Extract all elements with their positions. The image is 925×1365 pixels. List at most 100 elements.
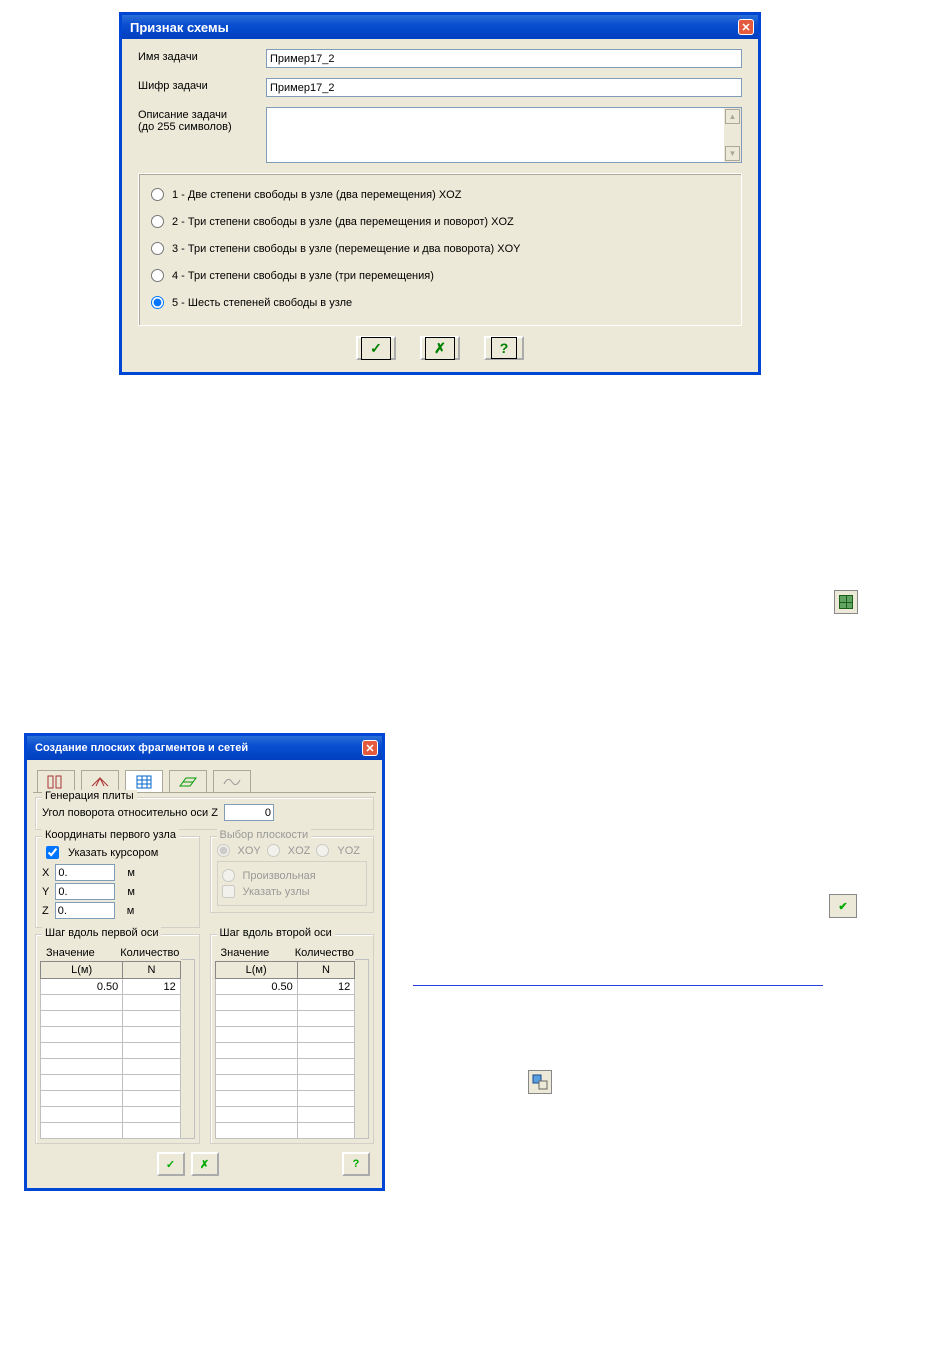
axis1-fieldset: Шаг вдоль первой оси Значение Количество…: [35, 934, 200, 1144]
task-name-input[interactable]: [266, 49, 742, 68]
separator-line: [413, 985, 823, 986]
y-input[interactable]: [55, 883, 115, 900]
plane-xoy: [217, 844, 230, 857]
coords-fieldset: Координаты первого узла Указать курсором…: [35, 836, 200, 928]
tabbar: [33, 766, 376, 793]
axis1-l[interactable]: 0.50: [41, 979, 123, 995]
dialog-create-fragments: Создание плоских фрагментов и сетей ✕ Ге…: [24, 733, 385, 1191]
axis1-h2: N: [123, 962, 180, 979]
cursor-checkbox[interactable]: [46, 846, 59, 859]
tab-surface-icon[interactable]: [169, 770, 207, 792]
plane-arbitrary-label: Произвольная: [243, 870, 316, 882]
radio-dof-3-label: 3 - Три степени свободы в узле (перемеще…: [172, 243, 521, 255]
ok-button[interactable]: ✓: [356, 336, 396, 360]
x-label: X: [42, 867, 49, 879]
task-code-input[interactable]: [266, 78, 742, 97]
axis2-n[interactable]: 12: [297, 979, 354, 995]
dialog-body: Имя задачи Шифр задачи Описание задачи (…: [122, 39, 758, 372]
axis2-h2: N: [297, 962, 354, 979]
plane-yoz-label: YOZ: [337, 845, 360, 857]
axis1-c2: Количество: [120, 947, 179, 959]
cancel-icon: ✗: [434, 340, 446, 357]
properties-toolbar-icon[interactable]: [528, 1070, 552, 1094]
tab-frame-icon[interactable]: [37, 770, 75, 792]
desc-line1: Описание задачи: [138, 109, 227, 121]
help-icon-2: ?: [353, 1158, 360, 1170]
plane-legend: Выбор плоскости: [217, 829, 312, 841]
radio-dof-4-label: 4 - Три степени свободы в узле (три пере…: [172, 270, 434, 282]
x-input[interactable]: [55, 864, 115, 881]
axis2-h1: L(м): [215, 962, 297, 979]
plane-nodes: [222, 885, 235, 898]
scroll-up-icon[interactable]: ▲: [725, 109, 740, 124]
axis2-legend: Шаг вдоль второй оси: [217, 927, 335, 939]
radio-dof-5-input[interactable]: [151, 296, 164, 309]
scroll-down-icon[interactable]: ▼: [725, 146, 740, 161]
desc-line2: (до 255 символов): [138, 121, 232, 133]
dof-groupbox: 1 - Две степени свободы в узле (два пере…: [138, 173, 742, 326]
close-icon[interactable]: ✕: [738, 19, 754, 35]
axis2-scrollbar[interactable]: [355, 959, 369, 1139]
radio-dof-5[interactable]: 5 - Шесть степеней свободы в узле: [151, 296, 729, 309]
plane-xoz: [267, 844, 280, 857]
axis1-n[interactable]: 12: [123, 979, 180, 995]
scrollbar[interactable]: ▲ ▼: [724, 108, 741, 162]
cursor-checkbox-row[interactable]: Указать курсором: [42, 843, 193, 862]
angle-label: Угол поворота относительно оси Z: [42, 807, 218, 819]
coords-legend: Координаты первого узла: [42, 829, 179, 841]
task-desc-label: Описание задачи (до 255 символов): [138, 107, 266, 133]
mesh-toolbar-icon[interactable]: [834, 590, 858, 614]
z-input[interactable]: [55, 902, 115, 919]
apply-icon: ✓: [166, 1158, 175, 1171]
y-label: Y: [42, 886, 49, 898]
axis1-scrollbar[interactable]: [181, 959, 195, 1139]
plane-arbitrary: [222, 869, 235, 882]
help-button-2[interactable]: ?: [342, 1152, 370, 1176]
z-label: Z: [42, 905, 49, 917]
plane-nodes-label: Указать узлы: [243, 886, 310, 898]
axis2-l[interactable]: 0.50: [215, 979, 297, 995]
radio-dof-1[interactable]: 1 - Две степени свободы в узле (два пере…: [151, 188, 729, 201]
task-desc-wrap: ▲ ▼: [266, 107, 742, 163]
close-icon-2[interactable]: ✕: [362, 740, 378, 756]
axis2-table[interactable]: L(м)N 0.5012: [215, 961, 356, 1139]
cancel-button[interactable]: ✗: [420, 336, 460, 360]
task-code-label: Шифр задачи: [138, 78, 266, 92]
plane-yoz: [316, 844, 329, 857]
cursor-label: Указать курсором: [68, 847, 158, 859]
dialog-scheme-attr: Признак схемы ✕ Имя задачи Шифр задачи О…: [119, 12, 761, 375]
radio-dof-3[interactable]: 3 - Три степени свободы в узле (перемеще…: [151, 242, 729, 255]
axis1-table[interactable]: L(м)N 0.5012: [40, 961, 181, 1139]
x-unit: м: [127, 867, 135, 879]
titlebar: Признак схемы ✕: [122, 15, 758, 39]
plane-xoz-label: XOZ: [288, 845, 311, 857]
task-desc-textarea[interactable]: [267, 108, 724, 162]
axis2-c2: Количество: [295, 947, 354, 959]
dialog2-title: Создание плоских фрагментов и сетей: [35, 742, 248, 754]
axis1-h1: L(м): [41, 962, 123, 979]
radio-dof-1-input[interactable]: [151, 188, 164, 201]
radio-dof-2[interactable]: 2 - Три степени свободы в узле (два пере…: [151, 215, 729, 228]
gen-legend: Генерация плиты: [42, 790, 137, 802]
radio-dof-2-label: 2 - Три степени свободы в узле (два пере…: [172, 216, 514, 228]
axis2-fieldset: Шаг вдоль второй оси Значение Количество…: [210, 934, 375, 1144]
radio-dof-4[interactable]: 4 - Три степени свободы в узле (три пере…: [151, 269, 729, 282]
axis1-legend: Шаг вдоль первой оси: [42, 927, 161, 939]
tab-other-icon[interactable]: [213, 770, 251, 792]
tab-grid-icon[interactable]: [125, 770, 163, 792]
tab-truss-icon[interactable]: [81, 770, 119, 792]
help-button[interactable]: ?: [484, 336, 524, 360]
angle-input[interactable]: [224, 804, 274, 821]
titlebar-2: Создание плоских фрагментов и сетей ✕: [27, 736, 382, 760]
help-icon: ?: [500, 340, 509, 356]
apply-button[interactable]: ✓: [157, 1152, 185, 1176]
cancel-button-2[interactable]: ✗: [191, 1152, 219, 1176]
radio-dof-5-label: 5 - Шесть степеней свободы в узле: [172, 297, 352, 309]
radio-dof-4-input[interactable]: [151, 269, 164, 282]
z-unit: м: [127, 905, 135, 917]
radio-dof-1-label: 1 - Две степени свободы в узле (два пере…: [172, 189, 461, 201]
radio-dof-3-input[interactable]: [151, 242, 164, 255]
radio-dof-2-input[interactable]: [151, 215, 164, 228]
plane-xoy-label: XOY: [238, 845, 261, 857]
apply-toolbar-icon[interactable]: ✔: [829, 894, 857, 918]
